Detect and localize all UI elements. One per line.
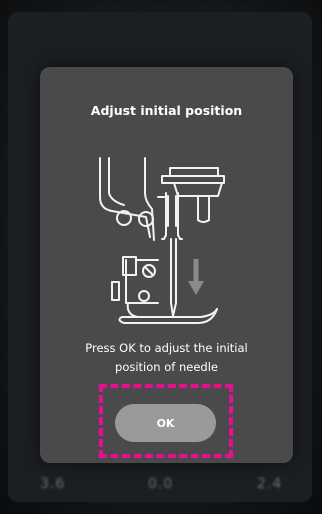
background-value-mid: 0.0	[148, 476, 174, 492]
dialog-message: Press OK to adjust the initial position …	[40, 339, 293, 377]
background-value-left: 3.6	[40, 476, 66, 492]
dialog-title: Adjust initial position	[90, 103, 243, 118]
adjust-position-dialog: Adjust initial position Press OK to adju…	[40, 67, 293, 463]
ok-button[interactable]: OK	[115, 404, 216, 442]
background-value-right: 2.4	[257, 476, 283, 492]
dialog-message-line2: position of needle	[115, 360, 218, 374]
dialog-message-line1: Press OK to adjust the initial	[85, 341, 248, 355]
